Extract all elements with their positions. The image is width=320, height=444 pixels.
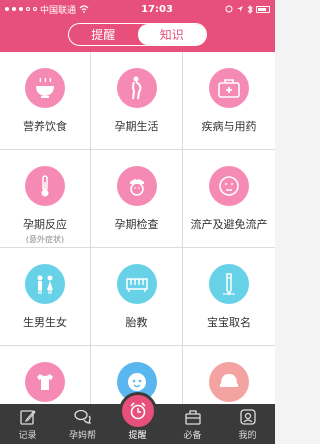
category-label: 孕期生活 [114, 120, 159, 133]
category-label: 疾病与用药 [201, 120, 257, 133]
status-time: 17:03 [141, 3, 173, 15]
wifi-icon [79, 5, 89, 13]
signal-dot [12, 7, 16, 11]
category-prenatal-check[interactable]: 孕期检查 [91, 150, 183, 248]
pregnant-woman-icon [116, 68, 157, 108]
tab-record[interactable]: 记录 [0, 404, 55, 444]
medical-kit-icon [209, 68, 249, 108]
category-sublabel: (意外症状) [25, 235, 65, 244]
signal-dot [26, 7, 30, 11]
baby-hat-icon [209, 362, 249, 402]
bluetooth-icon [247, 4, 253, 14]
signal-dot [19, 7, 23, 11]
tab-label: 记录 [18, 431, 37, 441]
status-bar: 中国联通 17:03 [0, 0, 275, 18]
thermometer-icon [25, 166, 65, 206]
tab-knowledge[interactable]: 知识 [137, 24, 206, 45]
category-label: 孕期检查 [114, 218, 159, 231]
category-boy-or-girl[interactable]: 生男生女 [0, 248, 91, 346]
tab-label: 必备 [183, 431, 202, 441]
tab-community[interactable]: 孕妈帮 [55, 404, 110, 444]
category-label: 营养饮食 [23, 120, 67, 133]
briefcase-icon [184, 410, 201, 425]
tab-reminder[interactable]: 提醒 [110, 392, 165, 444]
category-label: 宝宝取名 [207, 316, 251, 329]
pen-icon [209, 264, 249, 304]
rotation-lock-icon [225, 5, 233, 13]
edit-icon [19, 410, 36, 425]
category-pregnancy-reaction[interactable]: 孕期反应 (意外症状) [0, 150, 91, 248]
category-disease-medicine[interactable]: 疾病与用药 [183, 52, 275, 150]
tab-mine[interactable]: 我的 [220, 404, 275, 444]
tab-label: 孕妈帮 [68, 431, 96, 441]
battery-icon [255, 5, 270, 13]
carrier-name: 中国联通 [40, 5, 77, 16]
segment-control: 提醒 知识 [68, 23, 207, 46]
boy-girl-icon [25, 264, 65, 304]
category-baby-naming[interactable]: 宝宝取名 [183, 248, 275, 346]
profile-icon [239, 409, 256, 425]
tab-essentials[interactable]: 必备 [165, 404, 220, 444]
category-label: 孕期反应 [23, 218, 67, 231]
chat-bubbles-icon [73, 409, 91, 424]
sad-face-icon [209, 166, 249, 206]
category-label: 流产及避免流产 [190, 218, 268, 231]
category-prenatal-education[interactable]: 胎教 [91, 248, 183, 346]
nurse-icon [116, 166, 157, 206]
bowl-icon [25, 68, 65, 108]
bottom-tab-bar: 记录 孕妈帮 提醒 必备 我的 [0, 392, 275, 444]
category-pregnancy-life[interactable]: 孕期生活 [91, 52, 183, 150]
alarm-clock-icon [118, 392, 157, 430]
tab-label: 我的 [238, 431, 257, 441]
category-baby-hat[interactable] [183, 346, 275, 404]
signal-dot [33, 7, 37, 11]
knowledge-category-grid: 营养饮食 孕期生活 疾病与用药 孕期反应 (意外症状) 孕期检查 流产及避免流产 [0, 52, 275, 404]
category-nutrition-diet[interactable]: 营养饮食 [0, 52, 91, 150]
category-label: 胎教 [125, 316, 148, 329]
piano-icon [116, 264, 157, 304]
category-miscarriage[interactable]: 流产及避免流产 [183, 150, 275, 248]
baby-clothes-icon [25, 362, 65, 402]
app-header: 中国联通 17:03 提醒 知识 [0, 0, 275, 52]
category-baby-clothes[interactable] [0, 346, 91, 404]
signal-dot [5, 7, 9, 11]
tab-reminders[interactable]: 提醒 [69, 24, 138, 45]
location-icon [236, 6, 243, 12]
category-label: 生男生女 [23, 316, 67, 329]
